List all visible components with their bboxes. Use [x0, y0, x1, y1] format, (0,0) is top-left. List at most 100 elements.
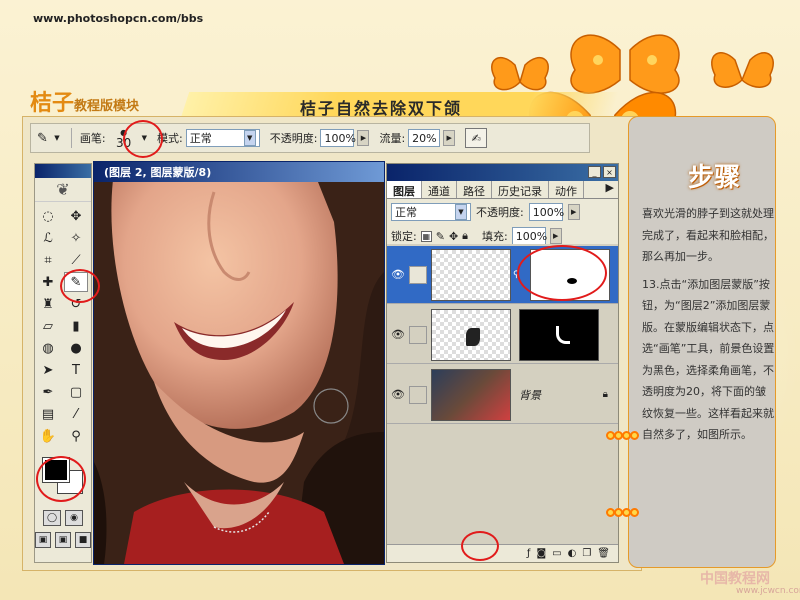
- move-tool-icon[interactable]: ✥: [64, 206, 88, 226]
- thumb-shape: [466, 327, 480, 346]
- feather-logo-icon: ❦: [35, 178, 91, 202]
- magic-wand-tool-icon[interactable]: ✧: [64, 228, 88, 248]
- minimize-icon[interactable]: _: [588, 166, 601, 178]
- lock-position-icon[interactable]: ✥: [449, 230, 458, 243]
- palette-menu-icon[interactable]: ▶: [602, 181, 618, 198]
- shape-tool-icon[interactable]: ▢: [64, 382, 88, 402]
- screen-mode-black-icon[interactable]: ■: [75, 532, 91, 548]
- brush-tool-icon[interactable]: ✎: [64, 272, 88, 292]
- lock-all-icon[interactable]: 🔒︎: [462, 229, 468, 243]
- tab-layers[interactable]: 图层: [387, 181, 422, 198]
- document-canvas[interactable]: [94, 182, 384, 564]
- quick-mask-mode-icon[interactable]: ◉: [65, 510, 83, 526]
- fill-input[interactable]: 100%: [511, 227, 547, 245]
- dot-chain-decoration: [606, 508, 639, 517]
- layer-mask-thumbnail[interactable]: [519, 308, 599, 361]
- brush-size-preview[interactable]: ● 30: [109, 125, 139, 151]
- eye-icon[interactable]: 👁︎: [387, 268, 409, 281]
- chevron-right-icon[interactable]: ▶: [357, 130, 370, 146]
- mask-link-icon[interactable]: [409, 265, 427, 284]
- mask-shape: [556, 325, 570, 344]
- link-icon[interactable]: [409, 325, 427, 344]
- chevron-down-icon[interactable]: ▼: [142, 134, 147, 142]
- foreground-color-swatch[interactable]: [42, 457, 70, 483]
- mode-select[interactable]: 正常 ▼: [185, 129, 260, 147]
- airbrush-button[interactable]: ✍: [465, 128, 488, 148]
- zoom-tool-icon[interactable]: ⚲: [64, 426, 88, 446]
- tool-preset[interactable]: ✎ ▼: [37, 130, 63, 146]
- new-layer-icon[interactable]: ❐: [582, 548, 591, 559]
- dodge-tool-icon[interactable]: ●: [64, 338, 88, 358]
- tab-actions[interactable]: 动作: [549, 181, 584, 198]
- blend-row: 正常 ▼ 不透明度: 100% ▶: [387, 199, 618, 225]
- eye-icon[interactable]: 👁︎: [387, 328, 409, 341]
- chevron-right-icon[interactable]: ▶: [567, 204, 580, 220]
- brand-logo: 桔子教程版模块: [30, 85, 139, 117]
- lock-transparency-icon[interactable]: ▦: [420, 230, 432, 242]
- palette-tabs: 图层 通道 路径 历史记录 动作 ▶: [387, 181, 618, 199]
- color-swatches: [35, 454, 91, 504]
- footer-logo: 中国教程网: [700, 571, 770, 587]
- eraser-tool-icon[interactable]: ▱: [36, 316, 60, 336]
- lock-icon: 🔒︎: [602, 389, 608, 400]
- tool-grid: ◌ ✥ ℒ ✧ ⌗ ⟋ ✚ ✎ ♜ ↺ ▱ ▮ ◍ ● ➤ T ✒ ▢ ▤ ⁄ …: [35, 202, 91, 450]
- new-set-icon[interactable]: ▭: [552, 548, 561, 559]
- pen-tool-icon[interactable]: ✒: [36, 382, 60, 402]
- flow-input[interactable]: 20%: [408, 129, 441, 147]
- tab-paths[interactable]: 路径: [457, 181, 492, 198]
- mask-spot: [566, 277, 577, 284]
- history-brush-tool-icon[interactable]: ↺: [64, 294, 88, 314]
- link-icon[interactable]: [409, 385, 427, 404]
- layer-row[interactable]: 👁︎: [387, 306, 618, 364]
- flow-label: 流量:: [379, 132, 406, 145]
- trash-icon[interactable]: 🗑︎: [597, 548, 610, 559]
- standard-mode-icon[interactable]: ◯: [43, 510, 61, 526]
- lock-pixels-icon[interactable]: ✎: [436, 230, 445, 243]
- opacity-control: 不透明度: 100% ▶: [270, 129, 370, 147]
- blend-mode-select[interactable]: 正常 ▼: [391, 203, 471, 221]
- notes-tool-icon[interactable]: ▤: [36, 404, 60, 424]
- blur-tool-icon[interactable]: ◍: [36, 338, 60, 358]
- mode-value: 正常: [189, 132, 212, 145]
- screen-mode-full-icon[interactable]: ▣: [55, 532, 71, 548]
- eyedropper-tool-icon[interactable]: ⁄: [64, 404, 88, 424]
- document-window: (图层 2, 图层蒙版/8): [93, 161, 385, 565]
- step-text: 喜欢光滑的脖子到这就处理完成了，看起来和脸相配，那么再加一步。 13.点击“添加…: [642, 203, 776, 446]
- tab-channels[interactable]: 通道: [422, 181, 457, 198]
- crop-tool-icon[interactable]: ⌗: [36, 250, 60, 270]
- brush-picker[interactable]: 画笔: ● 30 ▼: [80, 125, 147, 151]
- layer-row[interactable]: 👁︎ 背景 🔒︎: [387, 366, 618, 424]
- marquee-tool-icon[interactable]: ◌: [36, 206, 60, 226]
- adjustment-layer-icon[interactable]: ◐: [568, 548, 577, 559]
- add-layer-mask-icon[interactable]: ◙: [536, 548, 546, 559]
- type-tool-icon[interactable]: T: [64, 360, 88, 380]
- chevron-right-icon[interactable]: ▶: [443, 130, 456, 146]
- layer-row[interactable]: 👁︎ ⚲: [387, 246, 618, 304]
- window-buttons: _ ×: [588, 166, 616, 178]
- hand-tool-icon[interactable]: ✋: [36, 426, 60, 446]
- chevron-down-icon: ▼: [455, 204, 467, 220]
- layer-opacity-input[interactable]: 100%: [528, 203, 564, 221]
- healing-brush-tool-icon[interactable]: ✚: [36, 272, 60, 292]
- layer-list: 👁︎ ⚲ 👁︎ 👁︎ 背景 🔒︎: [387, 244, 618, 544]
- path-select-tool-icon[interactable]: ➤: [36, 360, 60, 380]
- brand-main: 桔子: [30, 90, 75, 116]
- step-title: 步骤: [688, 163, 741, 193]
- lasso-tool-icon[interactable]: ℒ: [36, 228, 60, 248]
- lock-label: 锁定:: [391, 230, 417, 243]
- eye-icon[interactable]: 👁︎: [387, 388, 409, 401]
- tab-history[interactable]: 历史记录: [492, 181, 549, 198]
- layer-style-icon[interactable]: ƒ: [527, 548, 531, 559]
- chevron-right-icon[interactable]: ▶: [549, 228, 562, 244]
- opacity-input[interactable]: 100%: [320, 129, 356, 147]
- slice-tool-icon[interactable]: ⟋: [64, 250, 88, 270]
- layers-bottom-bar: ƒ ◙ ▭ ◐ ❐ 🗑︎: [387, 544, 618, 562]
- layer-opacity-label: 不透明度:: [476, 206, 524, 219]
- screen-mode-standard-icon[interactable]: ▣: [35, 532, 51, 548]
- layer-mask-thumbnail[interactable]: [529, 248, 610, 301]
- stamp-tool-icon[interactable]: ♜: [36, 294, 60, 314]
- gradient-tool-icon[interactable]: ▮: [64, 316, 88, 336]
- chevron-down-icon: ▼: [54, 134, 60, 142]
- close-icon[interactable]: ×: [603, 166, 616, 178]
- footer-url: www.jcwcn.com: [736, 586, 800, 596]
